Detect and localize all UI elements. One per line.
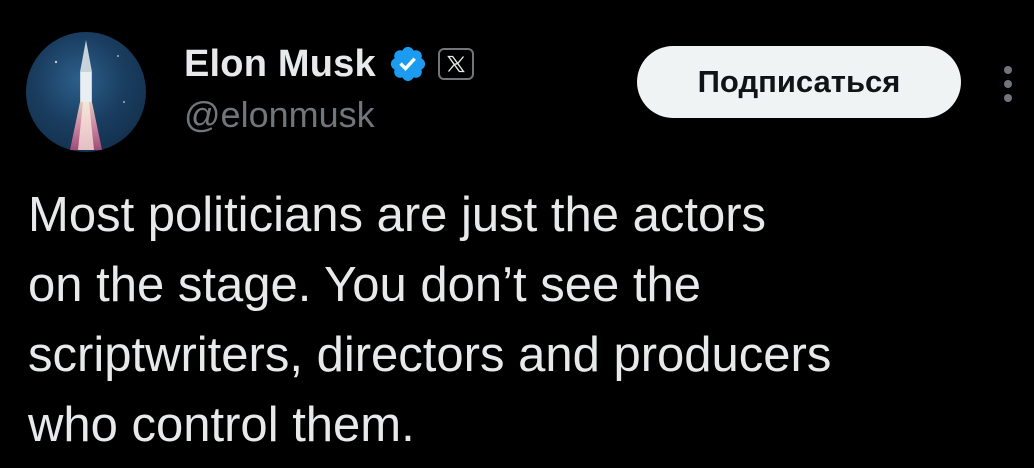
tweet-text: Most politicians are just the actors on …: [28, 180, 1008, 460]
tweet-text-line: Most politicians are just the actors: [28, 188, 767, 242]
more-dot: [1004, 94, 1012, 102]
tweet-text-line: on the stage. You don’t see the: [28, 258, 701, 312]
author-avatar[interactable]: [26, 32, 146, 152]
follow-button[interactable]: Подписаться: [637, 46, 961, 118]
tweet-text-line: who control them.: [28, 398, 415, 452]
author-display-name[interactable]: Elon Musk: [184, 43, 376, 86]
x-logo-icon: [447, 55, 465, 73]
author-name-row: Elon Musk: [184, 40, 474, 88]
rocket-launch-avatar: [54, 40, 126, 150]
more-dot: [1004, 80, 1012, 88]
more-dot: [1004, 66, 1012, 74]
verified-badge-icon: [390, 46, 425, 82]
x-affiliation-badge[interactable]: [437, 48, 474, 80]
more-vertical-icon[interactable]: [996, 60, 1020, 108]
author-handle[interactable]: @elonmusk: [184, 94, 375, 136]
tweet-text-line: scriptwriters, directors and producers: [28, 328, 832, 382]
tweet-card: Elon Musk @elonmusk Подписаться Most pol…: [0, 0, 1034, 468]
